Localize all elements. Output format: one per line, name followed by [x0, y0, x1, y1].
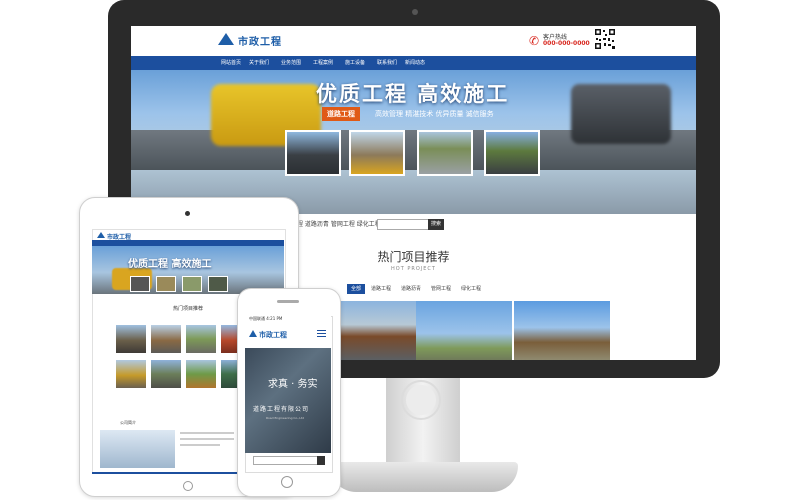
- tablet-thumb-1[interactable]: [130, 276, 150, 292]
- tablet-text-line: [180, 444, 220, 446]
- tablet-project-7[interactable]: [186, 360, 216, 388]
- power-button-inner: [406, 385, 436, 415]
- banner-title: 优质工程 高效施工: [316, 82, 510, 106]
- nav-item-about[interactable]: 关于我们: [245, 56, 273, 70]
- phone-home-button-icon[interactable]: [281, 476, 293, 488]
- tab-road[interactable]: 道路工程: [367, 284, 395, 294]
- tablet-text-line: [180, 438, 234, 440]
- site-logo-text[interactable]: 市政工程: [238, 33, 282, 48]
- banner-thumb-2[interactable]: [349, 130, 405, 176]
- monitor-stand-base: [330, 462, 518, 492]
- phone-menu-icon[interactable]: [317, 330, 326, 331]
- phone-logo-text[interactable]: 市政工程: [259, 330, 287, 340]
- tab-pipe[interactable]: 管网工程: [427, 284, 455, 294]
- tablet-office-image: [100, 430, 175, 468]
- tablet-banner-title: 优质工程 高效施工: [128, 259, 212, 270]
- phone-banner-en: Road Engineering Co.,Ltd: [266, 416, 304, 420]
- tablet-text-line: [180, 432, 234, 434]
- nav-item-news[interactable]: 新闻动态: [401, 56, 429, 70]
- tablet-thumb-2[interactable]: [156, 276, 176, 292]
- phone-banner: [245, 348, 331, 453]
- tablet-project-2[interactable]: [151, 325, 181, 353]
- tablet-office-label: 公司简介: [120, 420, 136, 425]
- camera-icon: [412, 9, 418, 15]
- phone-banner-title: 求真 · 务实: [268, 379, 318, 390]
- tab-green[interactable]: 绿化工程: [457, 284, 485, 294]
- banner-thumb-1[interactable]: [285, 130, 341, 176]
- logo-triangle-icon: [218, 33, 234, 45]
- tablet-thumb-3[interactable]: [182, 276, 202, 292]
- tab-asphalt[interactable]: 道路沥青: [397, 284, 425, 294]
- phone-search-input[interactable]: [253, 456, 323, 465]
- search-button[interactable]: 搜索: [428, 219, 444, 230]
- nav-item-business[interactable]: 业务范围: [277, 56, 305, 70]
- banner-thumb-4[interactable]: [484, 130, 540, 176]
- tablet-project-1[interactable]: [116, 325, 146, 353]
- hot-search-links[interactable]: 路工程 道路沥青 管网工程 绿化工程: [285, 219, 381, 228]
- tablet-thumb-4[interactable]: [208, 276, 228, 292]
- tablet-home-button-icon[interactable]: [183, 481, 193, 491]
- banner-thumb-3[interactable]: [417, 130, 473, 176]
- phone-icon: ✆: [529, 34, 540, 48]
- phone-header: [245, 322, 331, 348]
- search-input[interactable]: [377, 219, 429, 230]
- tablet-project-3[interactable]: [186, 325, 216, 353]
- phone-logo-triangle-icon: [249, 330, 257, 337]
- tab-all[interactable]: 全部: [347, 284, 366, 294]
- tablet-camera-icon: [185, 211, 190, 216]
- nav-item-cases[interactable]: 工程案例: [309, 56, 337, 70]
- project-card-2[interactable]: [416, 301, 512, 360]
- phone-banner-company: 道路工程有限公司: [253, 406, 310, 413]
- phone-speaker: [277, 300, 299, 303]
- tablet-logo-triangle-icon: [97, 232, 105, 238]
- banner-roller-right: [571, 84, 671, 144]
- phone-search-icon[interactable]: [317, 456, 325, 465]
- nav-item-equipment[interactable]: 施工设备: [341, 56, 369, 70]
- project-card-3[interactable]: [514, 301, 610, 360]
- tablet-project-5[interactable]: [116, 360, 146, 388]
- banner-subtitle: 高效管理 精湛技术 优异质量 诚信服务: [375, 110, 494, 118]
- tablet-project-6[interactable]: [151, 360, 181, 388]
- phone-number: 000-000-0000: [543, 40, 590, 47]
- nav-item-home[interactable]: 网站首页: [217, 56, 245, 70]
- nav-item-contact[interactable]: 联系我们: [373, 56, 401, 70]
- banner-tag: 道路工程: [322, 107, 360, 121]
- qr-code-icon: [594, 28, 616, 50]
- main-nav: 网站首页 关于我们 业务范围 工程案例 施工设备 联系我们 新闻动态: [131, 56, 696, 70]
